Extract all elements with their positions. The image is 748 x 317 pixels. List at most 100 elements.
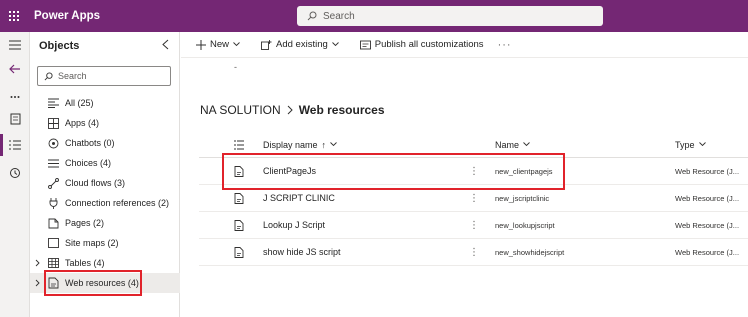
column-header-label: Name [495, 139, 520, 150]
collapse-panel-icon[interactable] [158, 37, 172, 51]
hamburger-menu-icon[interactable] [0, 34, 30, 56]
table-row[interactable]: ClientPageJs ⋮ new_clientpagejs Web Reso… [199, 158, 748, 185]
row-type: Web Resource (J... [675, 247, 740, 257]
active-indicator [0, 134, 3, 156]
back-arrow-icon[interactable] [0, 58, 30, 80]
object-item-label: Chatbots (0) [65, 138, 115, 148]
object-item-connection-references[interactable]: Connection references (2) [30, 193, 180, 213]
row-more-icon[interactable]: ⋮ [469, 212, 479, 238]
table-icon [47, 257, 59, 269]
add-existing-icon [261, 39, 272, 50]
top-bar: Power Apps Search [0, 0, 748, 32]
object-item-label: Cloud flows (3) [65, 178, 126, 188]
add-existing-label: Add existing [276, 39, 328, 50]
objects-search-input[interactable]: Search [37, 66, 171, 86]
object-item-label: Pages (2) [65, 218, 105, 228]
app-launcher-icon[interactable] [0, 0, 28, 32]
row-selector-header-icon[interactable] [234, 132, 244, 157]
power-apps-window: Power Apps Search Objects Search All (25… [0, 0, 748, 317]
web-resources-grid: Display name ↑ Name Type ClientPageJs ⋮ … [199, 132, 748, 266]
apps-icon [47, 117, 59, 129]
objects-icon[interactable] [0, 134, 30, 156]
table-row[interactable]: Lookup J Script ⋮ new_lookupjscript Web … [199, 212, 748, 239]
more-icon[interactable] [0, 86, 30, 108]
app-title[interactable]: Power Apps [34, 10, 100, 22]
global-search-placeholder: Search [323, 10, 355, 22]
choices-icon [47, 157, 59, 169]
page-icon [47, 217, 59, 229]
column-header-display-name[interactable]: Display name ↑ [263, 132, 337, 157]
row-display-name[interactable]: J SCRIPT CLINIC [263, 185, 335, 211]
web-resource-icon [234, 239, 244, 265]
object-item-label: Choices (4) [65, 158, 112, 168]
plus-icon [196, 39, 206, 50]
web-resource-icon [47, 277, 59, 289]
list-icon [47, 97, 59, 109]
more-commands-icon[interactable]: ··· [498, 39, 512, 51]
chevron-right-icon[interactable] [35, 259, 43, 267]
overview-icon[interactable] [0, 108, 30, 130]
row-type: Web Resource (J... [675, 166, 740, 176]
object-item-label: Connection references (2) [65, 198, 170, 208]
object-item-site-maps[interactable]: Site maps (2) [30, 233, 180, 253]
object-item-web-resources[interactable]: Web resources (4) [30, 273, 180, 293]
placeholder-mark: - [234, 62, 237, 72]
row-more-icon[interactable]: ⋮ [469, 158, 479, 184]
sort-ascending-icon: ↑ [321, 139, 327, 150]
row-more-icon[interactable]: ⋮ [469, 239, 479, 265]
object-item-choices[interactable]: Choices (4) [30, 153, 180, 173]
grid-header-row: Display name ↑ Name Type [199, 132, 748, 158]
table-row[interactable]: J SCRIPT CLINIC ⋮ new_jscriptclinic Web … [199, 185, 748, 212]
object-item-pages[interactable]: Pages (2) [30, 213, 180, 233]
chevron-right-icon [287, 105, 293, 115]
column-header-name[interactable]: Name [495, 132, 530, 157]
row-name: new_lookupjscript [495, 220, 555, 230]
row-type: Web Resource (J... [675, 193, 740, 203]
object-item-tables[interactable]: Tables (4) [30, 253, 180, 273]
object-item-label: Web resources (4) [65, 278, 139, 288]
web-resource-icon [234, 212, 244, 238]
chevron-down-icon [233, 42, 240, 47]
object-item-cloud-flows[interactable]: Cloud flows (3) [30, 173, 180, 193]
column-header-label: Display name [263, 139, 318, 150]
object-item-all[interactable]: All (25) [30, 93, 180, 113]
breadcrumb-current: Web resources [298, 103, 385, 117]
chevron-down-icon [523, 142, 530, 147]
row-display-name[interactable]: Lookup J Script [263, 212, 325, 238]
column-header-type[interactable]: Type [675, 132, 706, 157]
connection-icon [47, 197, 59, 209]
new-button-label: New [210, 39, 230, 50]
chevron-down-icon [330, 142, 337, 147]
publish-icon [359, 40, 371, 49]
row-more-icon[interactable]: ⋮ [469, 185, 479, 211]
history-icon[interactable] [0, 162, 30, 184]
global-search-input[interactable]: Search [297, 6, 603, 26]
breadcrumb: NA SOLUTION Web resources [200, 103, 385, 117]
chevron-down-icon [698, 142, 706, 147]
search-icon [307, 11, 317, 21]
web-resource-icon [234, 158, 244, 184]
table-row[interactable]: show hide JS script ⋮ new_showhidejscrip… [199, 239, 748, 266]
chevron-right-icon[interactable] [35, 279, 43, 287]
row-display-name[interactable]: ClientPageJs [263, 158, 316, 184]
row-name: new_clientpagejs [495, 166, 553, 176]
web-resource-icon [234, 185, 244, 211]
chatbot-icon [47, 137, 59, 149]
publish-all-button[interactable]: Publish all customizations [359, 39, 484, 50]
sitemap-icon [47, 237, 59, 249]
left-nav-rail [0, 32, 30, 317]
object-item-chatbots[interactable]: Chatbots (0) [30, 133, 180, 153]
new-button[interactable]: New [196, 39, 244, 50]
row-name: new_jscriptclinic [495, 193, 550, 203]
add-existing-button[interactable]: Add existing [261, 39, 343, 50]
object-item-label: All (25) [65, 98, 94, 108]
search-icon [44, 71, 53, 80]
panel-title: Objects [39, 40, 80, 52]
object-item-apps[interactable]: Apps (4) [30, 113, 180, 133]
object-item-label: Apps (4) [65, 118, 100, 128]
objects-search-placeholder: Search [58, 71, 87, 81]
row-display-name[interactable]: show hide JS script [263, 239, 341, 265]
object-item-label: Site maps (2) [65, 238, 119, 248]
column-header-label: Type [675, 139, 695, 150]
breadcrumb-parent[interactable]: NA SOLUTION [200, 103, 281, 117]
